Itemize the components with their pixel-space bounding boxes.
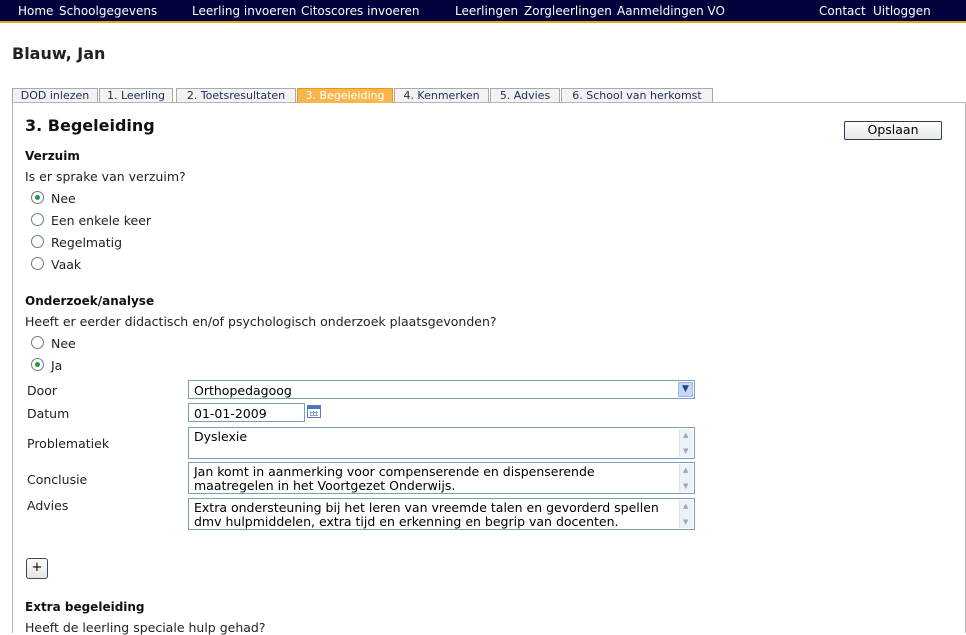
door-select[interactable]: Orthopedagoog ▼: [188, 380, 695, 399]
onderzoek-option-nee-label: Nee: [51, 336, 76, 351]
problematiek-textarea[interactable]: Dyslexie ▲ ▼: [188, 427, 695, 459]
onderzoek-radio-ja[interactable]: [31, 358, 44, 371]
onderzoek-radio-nee[interactable]: [31, 336, 44, 349]
section-title: 3. Begeleiding: [25, 116, 155, 135]
onderzoek-question: Heeft er eerder didactisch en/of psychol…: [25, 314, 497, 329]
verzuim-option-een-enkele-keer-label: Een enkele keer: [51, 213, 152, 228]
advies-scrollbar[interactable]: ▲ ▼: [679, 500, 693, 528]
conclusie-textarea[interactable]: Jan komt in aanmerking voor compenserend…: [188, 462, 695, 494]
verzuim-heading: Verzuim: [25, 149, 80, 163]
nav-leerling-invoeren-link[interactable]: Leerling invoeren: [192, 4, 296, 18]
tab-advies[interactable]: 5. Advies: [490, 88, 560, 102]
tab-toetsresultaten[interactable]: 2. Toetsresultaten: [176, 88, 296, 102]
door-selected-value: Orthopedagoog: [194, 383, 292, 398]
verzuim-radio-regelmatig[interactable]: [31, 235, 44, 248]
door-label: Door: [27, 383, 58, 398]
onderzoek-option-ja-label: Ja: [51, 358, 63, 373]
tab-begeleiding[interactable]: 3. Begeleiding: [297, 88, 393, 103]
problematiek-scrollbar[interactable]: ▲ ▼: [679, 429, 693, 457]
advies-label: Advies: [27, 498, 69, 513]
calendar-icon[interactable]: [307, 405, 321, 418]
nav-contact-link[interactable]: Contact: [819, 4, 866, 18]
tab-dod-inlezen[interactable]: DOD inlezen: [12, 88, 98, 102]
nav-aanmeldingen-vo-link[interactable]: Aanmeldingen VO: [617, 4, 725, 18]
advies-textarea[interactable]: Extra ondersteuning bij het leren van vr…: [188, 498, 695, 530]
verzuim-option-vaak-label: Vaak: [51, 257, 82, 272]
verzuim-question: Is er sprake van verzuim?: [25, 169, 186, 184]
problematiek-label: Problematiek: [27, 436, 110, 451]
advies-value: Extra ondersteuning bij het leren van vr…: [194, 500, 659, 529]
extra-begeleiding-heading: Extra begeleiding: [25, 600, 145, 614]
verzuim-radio-een-enkele-keer[interactable]: [31, 213, 44, 226]
conclusie-scrollbar[interactable]: ▲ ▼: [679, 464, 693, 492]
datum-input[interactable]: 01-01-2009: [188, 403, 305, 422]
conclusie-value: Jan komt in aanmerking voor compenserend…: [194, 464, 595, 493]
verzuim-radio-nee[interactable]: [31, 191, 44, 204]
add-onderzoek-button[interactable]: +: [26, 558, 48, 579]
tab-kenmerken[interactable]: 4. Kenmerken: [394, 88, 489, 102]
save-button[interactable]: Opslaan: [844, 121, 942, 140]
datum-label: Datum: [27, 406, 70, 421]
onderzoek-heading: Onderzoek/analyse: [25, 294, 155, 308]
chevron-down-icon[interactable]: ▼: [678, 382, 693, 397]
verzuim-option-regelmatig-label: Regelmatig: [51, 235, 123, 250]
begeleiding-panel: 3. Begeleiding Opslaan Verzuim Is er spr…: [12, 103, 966, 635]
verzuim-radio-vaak[interactable]: [31, 257, 44, 270]
problematiek-value: Dyslexie: [194, 429, 248, 444]
nav-leerlingen-link[interactable]: Leerlingen: [455, 4, 518, 18]
datum-value: 01-01-2009: [194, 406, 267, 421]
verzuim-option-nee-label: Nee: [51, 191, 76, 206]
nav-schoolgegevens-link[interactable]: Schoolgegevens: [59, 4, 157, 18]
tab-school-van-herkomst[interactable]: 6. School van herkomst: [561, 88, 713, 102]
student-name-heading: Blauw, Jan: [12, 44, 106, 63]
top-navigation-bar: Home Schoolgegevens Leerling invoeren Ci…: [0, 0, 966, 23]
conclusie-label: Conclusie: [27, 472, 88, 487]
tab-leerling[interactable]: 1. Leerling: [99, 88, 173, 102]
nav-home-link[interactable]: Home: [18, 4, 53, 18]
tab-bar: DOD inlezen 1. Leerling 2. Toetsresultat…: [12, 88, 966, 103]
nav-citoscores-invoeren-link[interactable]: Citoscores invoeren: [301, 4, 420, 18]
nav-uitloggen-link[interactable]: Uitloggen: [873, 4, 931, 18]
nav-zorgleerlingen-link[interactable]: Zorgleerlingen: [524, 4, 612, 18]
